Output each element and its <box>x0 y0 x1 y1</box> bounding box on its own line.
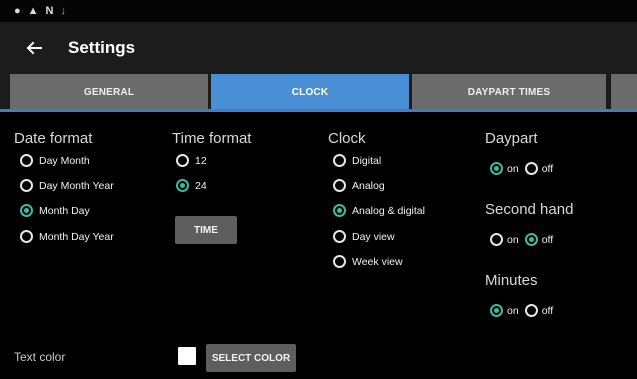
second-hand-off-option[interactable]: off <box>524 233 554 246</box>
tab-indicator-line <box>0 109 637 112</box>
time-format-option-12[interactable]: 12 <box>176 154 207 167</box>
text-color-label: Text color <box>14 350 66 364</box>
tab-overflow[interactable] <box>611 74 637 110</box>
radio-button[interactable] <box>20 179 33 192</box>
clock-option-day-view[interactable]: Day view <box>333 230 395 243</box>
app-bar: Settings <box>0 22 637 74</box>
radio-label: Day view <box>352 230 395 243</box>
page-title: Settings <box>68 38 136 57</box>
tab-clock[interactable]: CLOCK <box>211 74 409 110</box>
shield-icon: ● <box>14 4 21 17</box>
notification-n-icon: N <box>45 4 54 17</box>
radio-button-selected[interactable] <box>333 204 346 217</box>
radio-button[interactable] <box>333 179 346 192</box>
minutes-toggle: on off <box>490 304 553 317</box>
minutes-title: Minutes <box>485 272 538 289</box>
radio-button-selected[interactable] <box>524 233 538 246</box>
radio-button-selected[interactable] <box>20 204 33 217</box>
back-arrow-icon[interactable] <box>22 36 46 60</box>
time-format-title: Time format <box>172 130 252 147</box>
date-format-option-month-day[interactable]: Month Day <box>20 204 90 217</box>
warning-icon: ▲ <box>27 4 39 17</box>
radio-button-selected[interactable] <box>490 304 503 317</box>
radio-button[interactable] <box>333 154 346 167</box>
radio-label: Analog <box>352 179 385 192</box>
second-hand-toggle: on off <box>490 233 553 246</box>
radio-label: on <box>507 233 519 246</box>
minutes-off-option[interactable]: off <box>524 304 554 317</box>
radio-label: off <box>541 304 554 317</box>
daypart-toggle: on off <box>490 162 553 175</box>
daypart-title: Daypart <box>485 130 538 147</box>
minutes-on-option[interactable]: on <box>490 304 519 317</box>
radio-label: Day Month Year <box>39 179 114 192</box>
clock-option-analog[interactable]: Analog <box>333 179 385 192</box>
tab-daypart-times[interactable]: DAYPART TIMES <box>412 74 606 110</box>
radio-label: 12 <box>195 154 207 167</box>
radio-label: on <box>507 162 519 175</box>
radio-label: Digital <box>352 154 382 167</box>
date-format-title: Date format <box>14 130 93 147</box>
time-format-option-24[interactable]: 24 <box>176 179 207 192</box>
date-format-option-month-day-year[interactable]: Month Day Year <box>20 230 114 243</box>
radio-button-selected[interactable] <box>490 162 503 175</box>
radio-button[interactable] <box>333 230 346 243</box>
radio-button[interactable] <box>333 255 346 268</box>
second-hand-title: Second hand <box>485 201 574 218</box>
radio-label: Analog & digital <box>352 204 425 217</box>
radio-button[interactable] <box>20 154 33 167</box>
radio-button[interactable] <box>524 304 538 317</box>
status-bar: ● ▲ N ↓ <box>0 0 637 22</box>
clock-option-analog-digital[interactable]: Analog & digital <box>333 204 425 217</box>
radio-label: 24 <box>195 179 207 192</box>
tab-general[interactable]: GENERAL <box>10 74 208 110</box>
daypart-off-option[interactable]: off <box>524 162 554 175</box>
text-color-swatch[interactable] <box>178 347 196 365</box>
radio-label: Week view <box>352 255 403 268</box>
radio-label: Day Month <box>39 154 90 167</box>
date-format-option-day-month[interactable]: Day Month <box>20 154 90 167</box>
radio-button[interactable] <box>176 154 189 167</box>
radio-button[interactable] <box>20 230 33 243</box>
radio-label: Month Day <box>39 204 90 217</box>
clock-title: Clock <box>328 130 366 147</box>
radio-label: Month Day Year <box>39 230 114 243</box>
radio-button[interactable] <box>490 233 503 246</box>
clock-option-digital[interactable]: Digital <box>333 154 381 167</box>
daypart-on-option[interactable]: on <box>490 162 519 175</box>
radio-button-selected[interactable] <box>176 179 189 192</box>
radio-label: on <box>507 304 519 317</box>
time-button[interactable]: TIME <box>175 216 237 244</box>
select-color-button[interactable]: SELECT COLOR <box>206 344 296 372</box>
download-icon: ↓ <box>60 4 67 17</box>
second-hand-on-option[interactable]: on <box>490 233 519 246</box>
date-format-option-day-month-year[interactable]: Day Month Year <box>20 179 114 192</box>
tab-bar: GENERAL CLOCK DAYPART TIMES <box>0 74 637 112</box>
clock-option-week-view[interactable]: Week view <box>333 255 403 268</box>
radio-label: off <box>541 233 554 246</box>
radio-label: off <box>541 162 554 175</box>
radio-button[interactable] <box>524 162 538 175</box>
